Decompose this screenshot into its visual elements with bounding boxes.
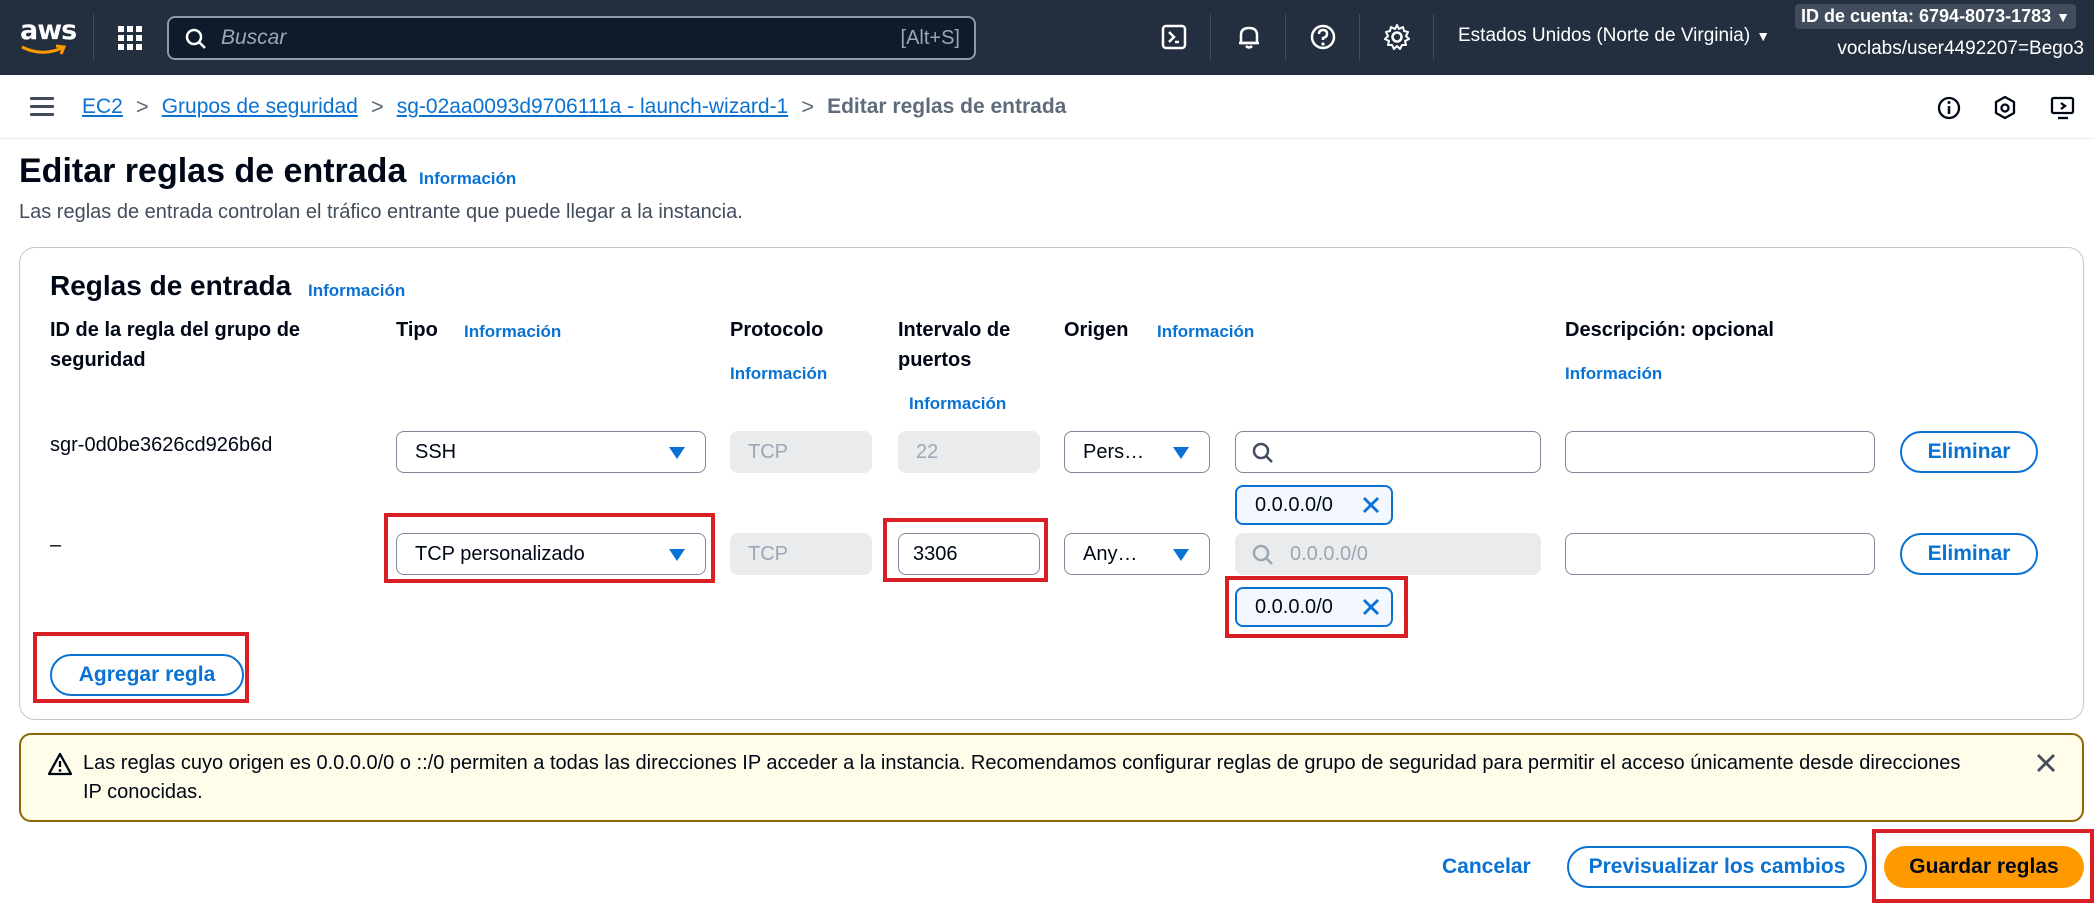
- protocol-info-link[interactable]: Información: [730, 364, 827, 384]
- cancel-button[interactable]: Cancelar: [1442, 855, 1531, 879]
- rule-id: –: [50, 534, 62, 556]
- header-info-link[interactable]: Información: [419, 169, 516, 189]
- cidr-search-input: 0.0.0.0/0: [1235, 533, 1541, 575]
- warning-icon: [47, 752, 73, 776]
- aws-logo-text: aws: [20, 15, 77, 46]
- services-grid-icon[interactable]: [118, 26, 142, 50]
- aws-logo[interactable]: aws: [20, 16, 77, 56]
- bell-icon[interactable]: [1233, 21, 1265, 53]
- nav-divider: [1285, 14, 1286, 60]
- rules-info-link[interactable]: Información: [308, 281, 405, 301]
- highlight-type-select: [384, 513, 715, 583]
- port-range-field: 22: [898, 431, 1040, 473]
- column-header-port-range: Intervalo de puertos: [898, 319, 1011, 371]
- highlight-add-rule: [33, 632, 249, 703]
- cloudshell-icon[interactable]: [1159, 21, 1191, 53]
- breadcrumb-current: Editar reglas de entrada: [827, 95, 1067, 118]
- region-label: Estados Unidos (Norte de Virginia): [1458, 25, 1751, 46]
- protocol-field: TCP: [730, 533, 872, 575]
- description-info-link[interactable]: Información: [1565, 364, 1662, 384]
- source-type-value: Any…: [1083, 543, 1138, 565]
- remove-rule-button[interactable]: Eliminar: [1900, 431, 2038, 473]
- nav-divider: [93, 14, 94, 60]
- highlight-port-input: [883, 518, 1048, 582]
- global-search[interactable]: [Alt+S]: [167, 16, 976, 60]
- account-id-menu[interactable]: ID de cuenta: 6794-8073-1783 ▼: [1795, 4, 2077, 29]
- warning-alert: Las reglas cuyo origen es 0.0.0.0/0 o ::…: [19, 733, 2084, 822]
- cidr-search-input[interactable]: [1235, 431, 1541, 473]
- source-type-select[interactable]: Any…: [1064, 533, 1210, 575]
- close-icon[interactable]: [1361, 495, 1381, 515]
- chevron-right-icon: >: [801, 94, 815, 119]
- user-label[interactable]: voclabs/user4492207=Bego3: [1837, 38, 2084, 60]
- breadcrumb-ec2[interactable]: EC2: [82, 95, 123, 119]
- feedback-icon[interactable]: [1991, 94, 2019, 122]
- type-select-value: SSH: [415, 441, 457, 463]
- breadcrumb-security-group[interactable]: sg-02aa0093d9706111a - launch-wizard-1: [397, 95, 789, 119]
- search-icon: [1252, 442, 1273, 463]
- preview-changes-button[interactable]: Previsualizar los cambios: [1567, 846, 1867, 888]
- caret-down-icon: [669, 447, 685, 459]
- column-header-source: Origen: [1064, 319, 1129, 341]
- breadcrumb: EC2 > Grupos de seguridad > sg-02aa0093d…: [82, 94, 1066, 120]
- source-type-select[interactable]: Pers…: [1064, 431, 1210, 473]
- search-icon: [1252, 544, 1273, 565]
- description-input[interactable]: [1565, 533, 1875, 575]
- caret-down-icon: [1173, 447, 1189, 459]
- caret-down-icon: [1173, 549, 1189, 561]
- breadcrumb-security-groups[interactable]: Grupos de seguridad: [162, 95, 358, 119]
- protocol-field: TCP: [730, 431, 872, 473]
- page-title: Editar reglas de entrada: [19, 152, 407, 190]
- search-shortcut: [Alt+S]: [900, 27, 960, 49]
- highlight-cidr-token: [1225, 576, 1408, 638]
- account-id-label: ID de cuenta: 6794-8073-1783: [1801, 6, 2052, 26]
- type-info-link[interactable]: Información: [464, 322, 561, 342]
- column-header-protocol: Protocolo: [730, 319, 824, 341]
- screen-icon[interactable]: [2049, 94, 2077, 122]
- nav-divider: [1359, 14, 1360, 60]
- column-header-description: Descripción: opcional: [1565, 319, 1774, 341]
- aws-smile-icon: [21, 44, 67, 55]
- cidr-search-placeholder: 0.0.0.0/0: [1290, 543, 1368, 565]
- help-icon[interactable]: [1307, 21, 1339, 53]
- info-icon[interactable]: [1935, 94, 1963, 122]
- chevron-right-icon: >: [135, 94, 149, 119]
- source-type-value: Pers…: [1083, 441, 1145, 463]
- column-header-type: Tipo: [396, 319, 438, 341]
- gear-icon[interactable]: [1381, 21, 1413, 53]
- cidr-token: 0.0.0.0/0: [1235, 485, 1393, 525]
- description-input[interactable]: [1565, 431, 1875, 473]
- save-rules-button[interactable]: Guardar reglas: [1884, 846, 2084, 888]
- menu-icon[interactable]: [30, 97, 54, 121]
- search-input[interactable]: [221, 24, 821, 52]
- type-select[interactable]: SSH: [396, 431, 706, 473]
- close-icon[interactable]: [2034, 751, 2058, 775]
- caret-down-icon: ▼: [2056, 9, 2071, 25]
- region-selector[interactable]: Estados Unidos (Norte de Virginia) ▼: [1458, 25, 1770, 47]
- page-description: Las reglas de entrada controlan el tráfi…: [19, 201, 743, 223]
- nav-divider: [1433, 14, 1434, 60]
- caret-down-icon: ▼: [1756, 28, 1771, 44]
- source-info-link[interactable]: Información: [1157, 322, 1254, 342]
- cidr-token-label: 0.0.0.0/0: [1255, 494, 1333, 516]
- breadcrumb-bar: EC2 > Grupos de seguridad > sg-02aa0093d…: [0, 75, 2094, 139]
- column-header-rule-id: ID de la regla del grupo de seguridad: [50, 319, 301, 371]
- search-icon: [185, 28, 206, 49]
- rule-id: sgr-0d0be3626cd926b6d: [50, 434, 273, 456]
- port-info-link[interactable]: Información: [909, 394, 1006, 414]
- inbound-rules-container: Reglas de entrada Información ID de la r…: [19, 247, 2084, 720]
- warning-message: Las reglas cuyo origen es 0.0.0.0/0 o ::…: [83, 752, 1961, 803]
- nav-divider: [1210, 14, 1211, 60]
- top-navigation: aws [Alt+S] Estados: [0, 0, 2094, 75]
- container-title: Reglas de entrada: [50, 270, 292, 301]
- chevron-right-icon: >: [370, 94, 384, 119]
- remove-rule-button[interactable]: Eliminar: [1900, 533, 2038, 575]
